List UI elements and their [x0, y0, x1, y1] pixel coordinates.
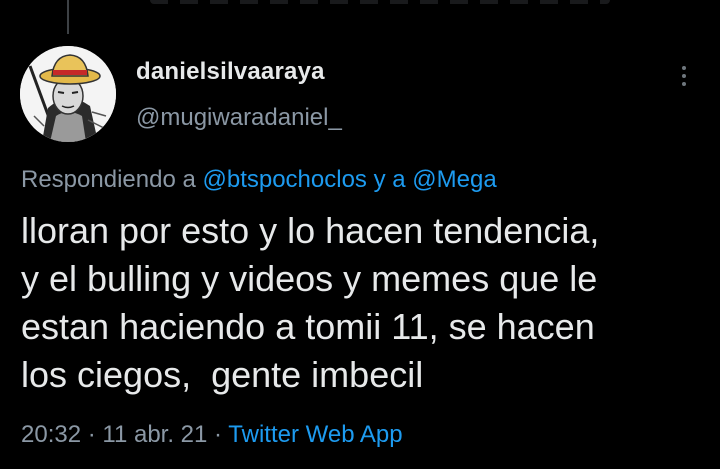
- more-vertical-icon[interactable]: [672, 58, 696, 94]
- previous-tweet-cropped-text: [150, 0, 610, 4]
- display-name[interactable]: danielsilvaaraya: [136, 58, 325, 86]
- handle[interactable]: @mugiwaradaniel_: [136, 104, 342, 132]
- tweet-source-link[interactable]: Twitter Web App: [228, 421, 402, 448]
- more-dot: [682, 74, 686, 78]
- meta-separator: ·: [81, 421, 103, 448]
- mention-btspochoclos[interactable]: @btspochoclos: [202, 166, 366, 193]
- thread-connector-line: [67, 0, 69, 34]
- tweet-date[interactable]: 11 abr. 21: [102, 421, 207, 448]
- replying-to-prefix: Respondiendo a: [21, 166, 203, 193]
- mention-mega[interactable]: @Mega: [412, 166, 496, 193]
- replying-to-line: Respondiendo a @btspochoclos y a @Mega: [21, 166, 497, 194]
- tweet-text: lloran por esto y lo hacen tendencia, y …: [21, 210, 600, 395]
- avatar-image: [20, 46, 116, 142]
- tweet-metadata: 20:32 · 11 abr. 21 · Twitter Web App: [21, 421, 403, 449]
- more-dot: [682, 66, 686, 70]
- more-dot: [682, 82, 686, 86]
- tweet-time[interactable]: 20:32: [21, 421, 81, 448]
- meta-separator: ·: [207, 421, 229, 448]
- replying-to-connector: y a: [366, 166, 413, 193]
- avatar[interactable]: [20, 46, 116, 142]
